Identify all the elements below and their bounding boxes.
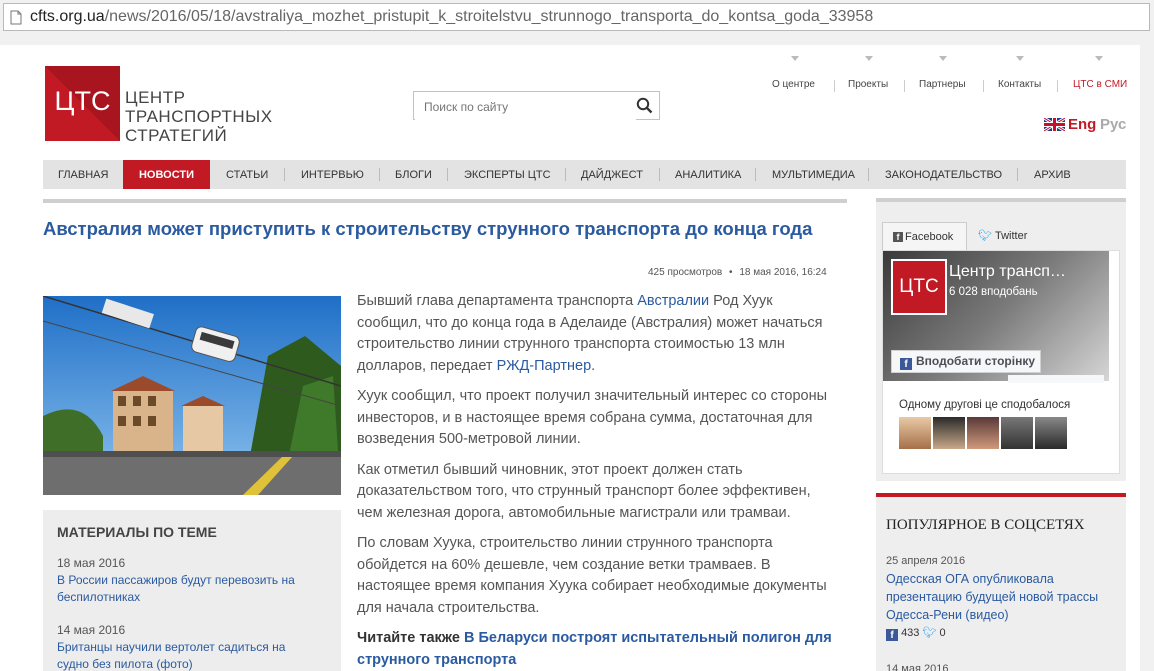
- nav-home[interactable]: ГЛАВНАЯ: [58, 160, 108, 189]
- views-count: 425 просмотров: [648, 267, 723, 278]
- article-title: Австралия может приступить к строительст…: [43, 218, 813, 239]
- friend-avatar[interactable]: [1001, 417, 1033, 449]
- read-also: Читайте также В Беларуси построят испыта…: [357, 630, 832, 668]
- paragraph: Хуук сообщил, что проект получил значите…: [357, 388, 828, 447]
- tab-facebook[interactable]: f Facebook: [882, 222, 967, 251]
- nav-blogs[interactable]: БЛОГИ: [395, 160, 432, 189]
- facebook-icon: f: [893, 232, 903, 242]
- main-navigation: ГЛАВНАЯ НОВОСТИ СТАТЬИ ИНТЕРВЬЮ БЛОГИ ЭК…: [43, 160, 1126, 189]
- like-page-button[interactable]: f Вподобати сторінку: [891, 350, 1041, 373]
- page-likes: 6 028 вподобань: [949, 286, 1038, 298]
- friends-like-text: Одному другові це сподобалося: [899, 399, 1071, 411]
- twitter-icon: 🐦︎: [978, 230, 992, 242]
- facebook-page-plugin: ЦТС Центр трансп… 6 028 вподобань f Вподо…: [882, 250, 1120, 474]
- friend-avatar[interactable]: [1035, 417, 1067, 449]
- related-date: 18 мая 2016: [57, 556, 126, 570]
- nav-archive[interactable]: АРХИВ: [1034, 160, 1071, 189]
- facebook-count: 433: [901, 627, 920, 639]
- article-meta: 425 просмотров • 18 мая 2016, 16:24: [648, 267, 827, 278]
- logo-text: ЦТС: [54, 86, 111, 116]
- article-body: Бывший глава департамента транспорта Авс…: [357, 291, 839, 671]
- web-page: ЦТС ЦЕНТР ТРАНСПОРТНЫХ СТРАТЕГИЙ О центр…: [0, 45, 1140, 671]
- friend-avatar[interactable]: [899, 417, 931, 449]
- paragraph: По словам Хуука, строительство линии стр…: [357, 535, 827, 616]
- paragraph: Бывший глава департамента транспорта Авс…: [357, 293, 823, 374]
- site-logo[interactable]: ЦТС: [45, 66, 120, 141]
- twitter-count: 0: [939, 627, 946, 639]
- url-field[interactable]: cfts.org.ua/news/2016/05/18/avstraliya_m…: [3, 3, 1150, 31]
- paragraph: Как отметил бывший чиновник, этот проект…: [357, 461, 811, 521]
- search-input[interactable]: [415, 93, 636, 120]
- popular-date: 25 апреля 2016: [886, 555, 966, 567]
- nav-multimedia[interactable]: МУЛЬТИМЕДИА: [772, 160, 855, 189]
- divider: [43, 199, 847, 203]
- nav-interviews[interactable]: ИНТЕРВЬЮ: [301, 160, 364, 189]
- brand-name[interactable]: ЦЕНТР ТРАНСПОРТНЫХ СТРАТЕГИЙ: [125, 88, 273, 145]
- nav-experts[interactable]: ЭКСПЕРТЫ ЦТС: [464, 160, 551, 189]
- browser-address-bar: cfts.org.ua/news/2016/05/18/avstraliya_m…: [0, 0, 1154, 38]
- top-link-contacts[interactable]: Контакты: [998, 56, 1041, 90]
- link-rzd-partner[interactable]: РЖД-Партнер: [497, 358, 592, 374]
- nav-articles[interactable]: СТАТЬИ: [226, 160, 268, 189]
- site-search: [413, 91, 660, 120]
- top-link-partners[interactable]: Партнеры: [919, 56, 966, 90]
- friend-avatar[interactable]: [933, 417, 965, 449]
- related-link[interactable]: Британцы научили вертолет садиться на су…: [57, 639, 317, 671]
- top-link-projects[interactable]: Проекты: [848, 56, 888, 90]
- link-australia[interactable]: Австралии: [637, 293, 709, 309]
- page-name[interactable]: Центр трансп…: [949, 263, 1066, 281]
- facebook-icon: f: [900, 358, 912, 370]
- lang-rus-link[interactable]: Рус: [1100, 116, 1126, 133]
- related-date: 14 мая 2016: [57, 623, 126, 637]
- related-materials: МАТЕРИАЛЫ ПО ТЕМЕ 18 мая 2016 В России п…: [43, 510, 341, 671]
- uk-flag-icon: [1044, 118, 1065, 131]
- nav-news[interactable]: НОВОСТИ: [123, 160, 210, 189]
- twitter-icon: 🐦︎: [922, 627, 937, 639]
- top-link-about[interactable]: О центре: [772, 56, 815, 90]
- nav-analytics[interactable]: АНАЛИТИКА: [675, 160, 741, 189]
- search-icon[interactable]: [636, 97, 653, 114]
- article-photo[interactable]: [43, 296, 341, 495]
- facebook-icon: f: [886, 629, 898, 641]
- share-counts: f 433 🐦︎ 0: [886, 626, 946, 641]
- popular-date: 14 мая 2016: [886, 663, 949, 671]
- related-link[interactable]: В России пассажиров будут перевозить на …: [57, 572, 317, 606]
- nav-legislation[interactable]: ЗАКОНОДАТЕЛЬСТВО: [885, 160, 1002, 189]
- top-link-media[interactable]: ЦТС в СМИ: [1073, 56, 1127, 90]
- url-text: cfts.org.ua/news/2016/05/18/avstraliya_m…: [30, 8, 874, 25]
- nav-digest[interactable]: ДАЙДЖЕСТ: [581, 160, 643, 189]
- page-icon: [10, 10, 22, 25]
- related-heading: МАТЕРИАЛЫ ПО ТЕМЕ: [57, 524, 217, 540]
- article-date: 18 мая 2016, 16:24: [739, 267, 827, 278]
- friend-avatar[interactable]: [967, 417, 999, 449]
- lang-eng-link[interactable]: Eng: [1068, 116, 1096, 133]
- social-widget: f Facebook 🐦︎ Twitter ЦТС Центр трансп… 6 …: [876, 198, 1126, 481]
- popular-in-social: ПОПУЛЯРНОЕ В СОЦСЕТЯХ 25 апреля 2016 Оде…: [876, 493, 1126, 671]
- popular-link[interactable]: Одесская ОГА опубликовала презентацию бу…: [886, 570, 1116, 624]
- popular-heading: ПОПУЛЯРНОЕ В СОЦСЕТЯХ: [886, 517, 1085, 533]
- tab-twitter[interactable]: 🐦︎ Twitter: [978, 222, 1027, 250]
- page-avatar[interactable]: ЦТС: [891, 259, 947, 315]
